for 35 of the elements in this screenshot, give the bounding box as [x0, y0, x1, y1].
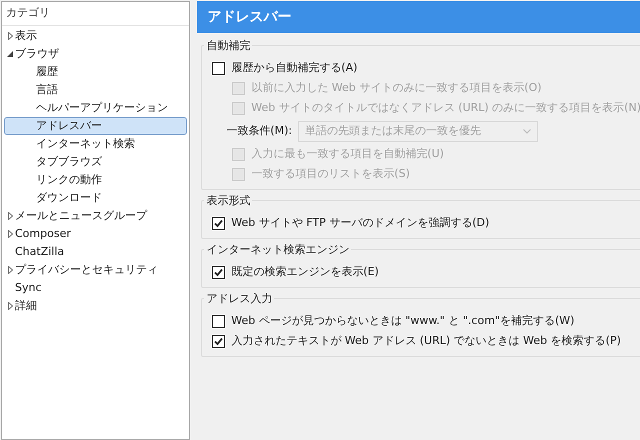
tree-item[interactable]: 履歴 [4, 63, 188, 81]
checkbox-label[interactable]: 入力されたテキストが Web アドレス (URL) でないときは Web を検索する(P) [231, 332, 621, 350]
tree-item[interactable]: インターネット検索 [4, 135, 188, 153]
panel-title: アドレスバー [197, 1, 640, 33]
checkbox[interactable] [212, 62, 226, 74]
collapsed-triangle-icon[interactable] [6, 230, 14, 238]
column-header: カテゴリ [2, 2, 190, 26]
tree-item[interactable]: 詳細 [4, 297, 188, 315]
collapsed-triangle-icon[interactable] [6, 212, 14, 220]
tree-item[interactable]: メールとニュースグループ [4, 207, 188, 225]
checkbox[interactable] [212, 334, 226, 348]
tree-item[interactable]: 言語 [4, 81, 188, 99]
collapsed-triangle-icon[interactable] [6, 32, 14, 40]
tree-item[interactable]: ダウンロード [4, 189, 188, 207]
tree-item[interactable]: タブブラウズ [4, 153, 188, 171]
checkbox[interactable] [212, 266, 226, 278]
checkbox-label[interactable]: 既定の検索エンジンを表示(E) [231, 264, 379, 280]
tree-item[interactable]: ChatZilla [4, 243, 188, 261]
checkbox[interactable] [212, 314, 226, 328]
collapsed-triangle-icon[interactable] [6, 266, 14, 274]
tree-item[interactable]: Sync [4, 279, 188, 297]
tree-item[interactable]: ヘルパーアプリケーション [4, 99, 188, 117]
tree-item[interactable]: Composer [4, 225, 188, 243]
collapsed-triangle-icon[interactable] [6, 302, 14, 310]
checkbox[interactable] [212, 216, 226, 230]
tree-item[interactable]: 表示 [4, 27, 188, 45]
caret-icon [523, 128, 532, 134]
checkbox-label[interactable]: 履歴から自動補完する(A) [231, 60, 358, 76]
field-label: 一致条件(M): [226, 122, 292, 139]
tree-item[interactable]: ブラウザ [4, 45, 188, 63]
expanded-triangle-icon[interactable] [6, 50, 14, 58]
tree-item[interactable]: アドレスバー [4, 117, 188, 135]
checkbox-label[interactable]: Web ページが見つからないときは "www." と ".com"を補完する(W) [231, 312, 574, 330]
tree-item[interactable]: リンクの動作 [4, 171, 188, 189]
tree-item[interactable]: プライバシーとセキュリティ [4, 261, 188, 279]
